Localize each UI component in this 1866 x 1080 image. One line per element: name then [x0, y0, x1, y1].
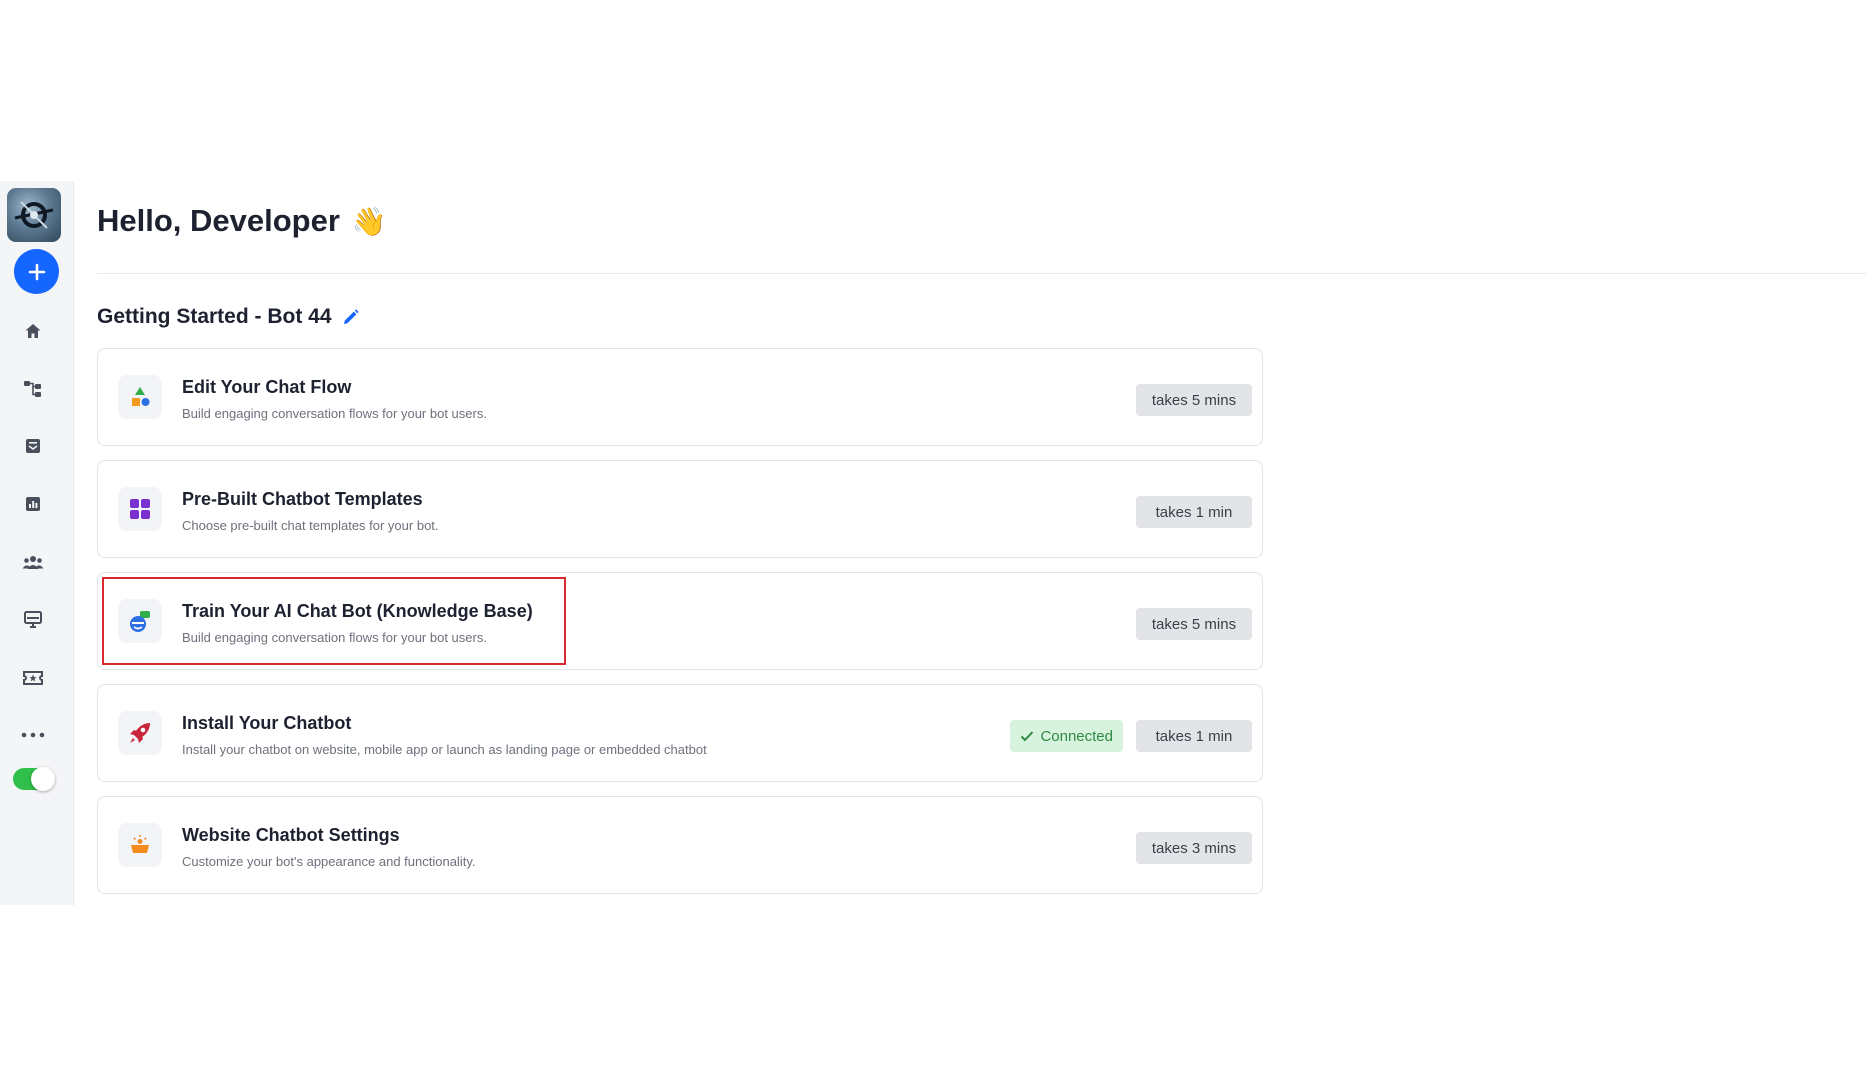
sidebar-item-analytics[interactable] [16, 487, 50, 521]
card-prebuilt-templates[interactable]: Pre-Built Chatbot Templates Choose pre-b… [97, 460, 1263, 558]
section-title: Getting Started - Bot 44 [97, 305, 359, 329]
sidebar-item-inbox[interactable] [16, 429, 50, 463]
card-website-chatbot-settings[interactable]: Website Chatbot Settings Customize your … [97, 796, 1263, 894]
inbox-icon [26, 439, 40, 453]
card-description: Build engaging conversation flows for yo… [182, 406, 487, 421]
header-divider [97, 273, 1866, 274]
connected-status-badge: Connected [1010, 720, 1123, 752]
analytics-icon [26, 497, 40, 511]
flow-icon [24, 381, 41, 397]
status-text: Connected [1040, 727, 1113, 745]
ticket-icon [23, 671, 43, 685]
card-train-ai-chatbot[interactable]: Train Your AI Chat Bot (Knowledge Base) … [97, 572, 1263, 670]
card-description: Choose pre-built chat templates for your… [182, 518, 439, 533]
waving-hand-emoji: 👋 [351, 205, 387, 237]
time-estimate-badge: takes 5 mins [1136, 608, 1252, 640]
bot-status-toggle[interactable] [13, 767, 55, 791]
sidebar-item-home[interactable] [16, 314, 50, 348]
shapes-icon [118, 375, 162, 419]
card-title: Edit Your Chat Flow [182, 377, 352, 397]
checkmark-icon [1021, 731, 1034, 742]
desktop-icon [24, 611, 42, 628]
sidebar-item-flow[interactable] [16, 372, 50, 406]
plus-icon [28, 263, 45, 280]
more-icon [21, 732, 45, 738]
add-bot-button[interactable] [14, 249, 59, 294]
section-title-text: Getting Started - Bot 44 [97, 305, 332, 328]
time-estimate-badge: takes 1 min [1136, 720, 1252, 752]
home-icon [25, 324, 41, 338]
settings-widget-icon [118, 823, 162, 867]
sidebar-item-users[interactable] [16, 545, 50, 579]
page-title: Hello, Developer 👋 [97, 203, 387, 239]
toggle-knob [31, 767, 55, 791]
card-title: Pre-Built Chatbot Templates [182, 489, 423, 509]
sidebar [0, 181, 74, 905]
card-edit-chat-flow[interactable]: Edit Your Chat Flow Build engaging conve… [97, 348, 1263, 446]
time-estimate-badge: takes 3 mins [1136, 832, 1252, 864]
sidebar-item-desktop[interactable] [16, 603, 50, 637]
time-estimate-badge: takes 1 min [1136, 496, 1252, 528]
card-description: Build engaging conversation flows for yo… [182, 630, 487, 645]
bot-avatar-logo[interactable] [7, 188, 61, 242]
card-description: Customize your bot's appearance and func… [182, 854, 476, 869]
greeting-text: Hello, Developer [97, 203, 340, 238]
app-window: Hello, Developer 👋 Getting Started - Bot… [0, 181, 1866, 905]
grid-icon [118, 487, 162, 531]
users-icon [22, 556, 44, 569]
card-install-chatbot[interactable]: Install Your Chatbot Install your chatbo… [97, 684, 1263, 782]
ai-brain-icon [118, 599, 162, 643]
card-title: Website Chatbot Settings [182, 825, 400, 845]
edit-pencil-icon[interactable] [342, 308, 359, 326]
sidebar-item-more[interactable] [16, 718, 50, 752]
main-content: Hello, Developer 👋 Getting Started - Bot… [74, 181, 1866, 905]
card-title: Train Your AI Chat Bot (Knowledge Base) [182, 601, 533, 621]
sidebar-item-ticket[interactable] [16, 661, 50, 695]
getting-started-list: Edit Your Chat Flow Build engaging conve… [97, 348, 1263, 908]
card-title: Install Your Chatbot [182, 713, 352, 733]
rocket-icon [118, 711, 162, 755]
card-description: Install your chatbot on website, mobile … [182, 742, 707, 757]
time-estimate-badge: takes 5 mins [1136, 384, 1252, 416]
